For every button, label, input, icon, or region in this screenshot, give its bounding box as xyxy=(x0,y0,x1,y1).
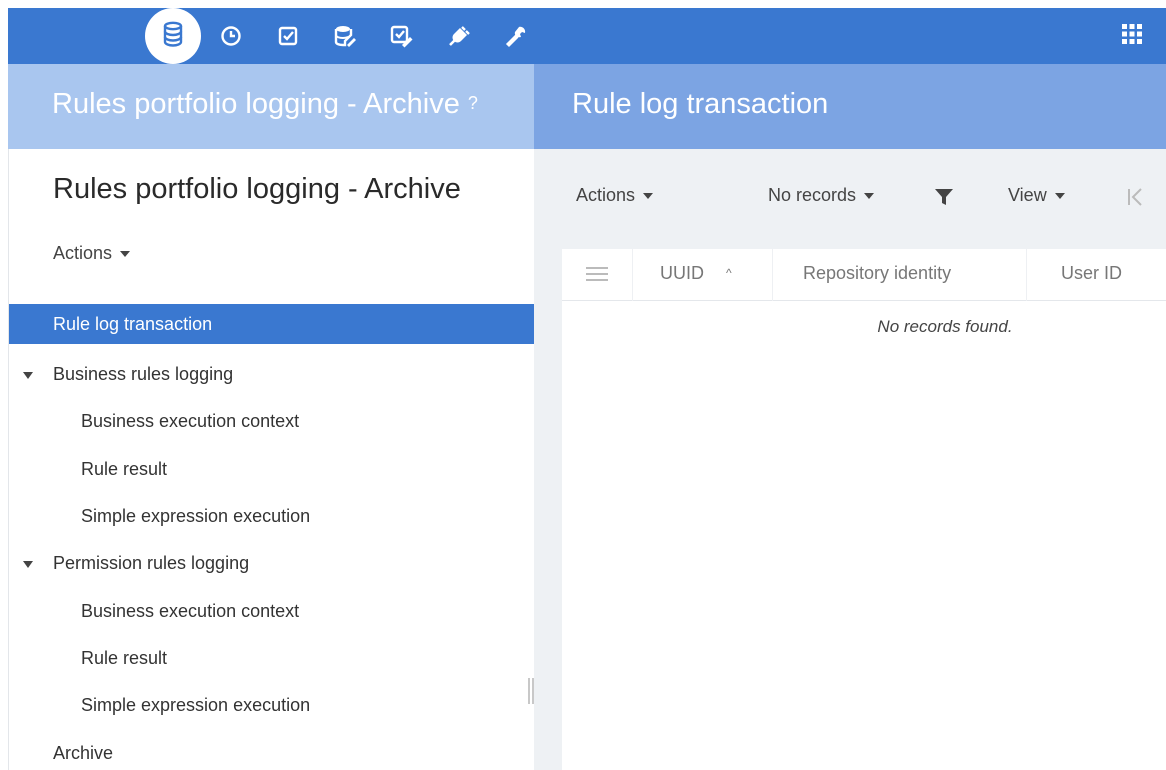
column-separator xyxy=(632,249,633,301)
page-title: Rules portfolio logging - Archive xyxy=(53,173,461,205)
top-toolbar xyxy=(8,8,1166,64)
tree-item-label: Rule log transaction xyxy=(53,313,213,334)
records-label: No records xyxy=(768,185,857,205)
wrench-icon xyxy=(504,24,528,48)
first-page-button[interactable] xyxy=(1126,187,1144,212)
left-header-title: Rules portfolio logging - Archive? xyxy=(52,88,478,121)
tree-item-label: Rule result xyxy=(81,458,168,479)
tree-item-label: Business execution context xyxy=(81,600,300,621)
column-chooser-button[interactable] xyxy=(586,265,608,288)
column-header-uuid[interactable]: UUID ^ xyxy=(660,263,732,284)
records-menu[interactable]: No records xyxy=(768,185,875,206)
tree-item-permission-simple-expression-execution[interactable]: Simple expression execution xyxy=(9,682,535,729)
view-label: View xyxy=(1008,185,1047,205)
sort-ascending-icon: ^ xyxy=(726,266,732,280)
apps-grid-icon xyxy=(1121,23,1143,50)
tree-item-rule-log-transaction[interactable]: Rule log transaction xyxy=(9,304,535,344)
tree-item-archive[interactable]: Archive xyxy=(9,729,535,770)
column-separator xyxy=(1026,249,1027,301)
checkbox-icon xyxy=(277,25,299,47)
grid-actions-label: Actions xyxy=(576,185,636,205)
tree-item-rule-result[interactable]: Rule result xyxy=(9,446,535,493)
column-header-label: Repository identity xyxy=(803,263,952,283)
toolbar-data-edit-button[interactable] xyxy=(325,8,365,64)
toolbar-integration-button[interactable] xyxy=(439,8,479,64)
caret-down-icon xyxy=(120,250,131,257)
first-page-icon xyxy=(1126,188,1144,211)
tree-item-business-rules-logging[interactable]: Business rules logging xyxy=(9,351,535,398)
navigation-pane: Rules portfolio logging - Archive Action… xyxy=(8,149,535,770)
clock-icon xyxy=(220,25,242,47)
navigation-tree: Rule log transaction Business rules logg… xyxy=(9,304,535,770)
view-menu[interactable]: View xyxy=(1008,185,1065,206)
right-header-title: Rule log transaction xyxy=(572,88,829,120)
help-button[interactable]: ? xyxy=(468,93,478,113)
left-header: Rules portfolio logging - Archive? xyxy=(8,64,534,149)
data-grid: UUID ^ Repository identity User ID No rec… xyxy=(562,249,1166,770)
expand-caret-icon[interactable] xyxy=(23,371,33,379)
toolbar-database-button[interactable] xyxy=(145,8,201,64)
grid-header: UUID ^ Repository identity User ID xyxy=(562,249,1166,301)
checklist-edit-icon xyxy=(390,24,414,48)
tree-item-label: Simple expression execution xyxy=(81,506,311,527)
database-edit-icon xyxy=(333,24,357,48)
caret-down-icon xyxy=(1054,192,1065,199)
left-header-title-text: Rules portfolio logging - Archive xyxy=(52,88,460,120)
toolbar-admin-button[interactable] xyxy=(496,8,536,64)
empty-grid-message: No records found. xyxy=(877,317,1013,336)
tree-item-business-execution-context[interactable]: Business execution context xyxy=(9,398,535,445)
column-header-label: User ID xyxy=(1061,263,1123,283)
column-header-user-id[interactable]: User ID xyxy=(1061,263,1122,284)
left-actions-menu[interactable]: Actions xyxy=(53,243,131,264)
tree-item-label: Archive xyxy=(53,742,114,763)
expand-caret-icon[interactable] xyxy=(23,560,33,568)
column-header-repository-identity[interactable]: Repository identity xyxy=(803,263,951,284)
tree-item-permission-business-execution-context[interactable]: Business execution context xyxy=(9,587,535,634)
column-header-label: UUID xyxy=(660,263,704,283)
column-separator xyxy=(772,249,773,301)
tree-item-label: Business execution context xyxy=(81,411,300,432)
tree-item-label: Rule result xyxy=(81,647,168,668)
tree-item-permission-rule-result[interactable]: Rule result xyxy=(9,635,535,682)
left-actions-label: Actions xyxy=(53,243,113,263)
tree-item-label: Business rules logging xyxy=(53,364,234,385)
toolbar-history-button[interactable] xyxy=(211,8,251,64)
tree-item-label: Permission rules logging xyxy=(53,553,250,574)
apps-grid-button[interactable] xyxy=(1118,22,1146,50)
grid-actions-menu[interactable]: Actions xyxy=(576,185,654,206)
tree-item-simple-expression-execution[interactable]: Simple expression execution xyxy=(9,493,535,540)
tree-item-label: Simple expression execution xyxy=(81,695,311,716)
content-pane: Actions No records View UUID ^ Repositor… xyxy=(534,149,1166,770)
toolbar-review-button[interactable] xyxy=(382,8,422,64)
caret-down-icon xyxy=(864,192,875,199)
plug-icon xyxy=(447,24,471,48)
database-icon xyxy=(162,21,184,52)
right-header: Rule log transaction xyxy=(534,64,1166,149)
tree-item-permission-rules-logging[interactable]: Permission rules logging xyxy=(9,540,535,587)
filter-button[interactable] xyxy=(934,187,954,212)
caret-down-icon xyxy=(643,192,654,199)
filter-icon xyxy=(934,189,954,211)
toolbar-tasks-button[interactable] xyxy=(268,8,308,64)
hamburger-menu-icon xyxy=(586,267,608,287)
